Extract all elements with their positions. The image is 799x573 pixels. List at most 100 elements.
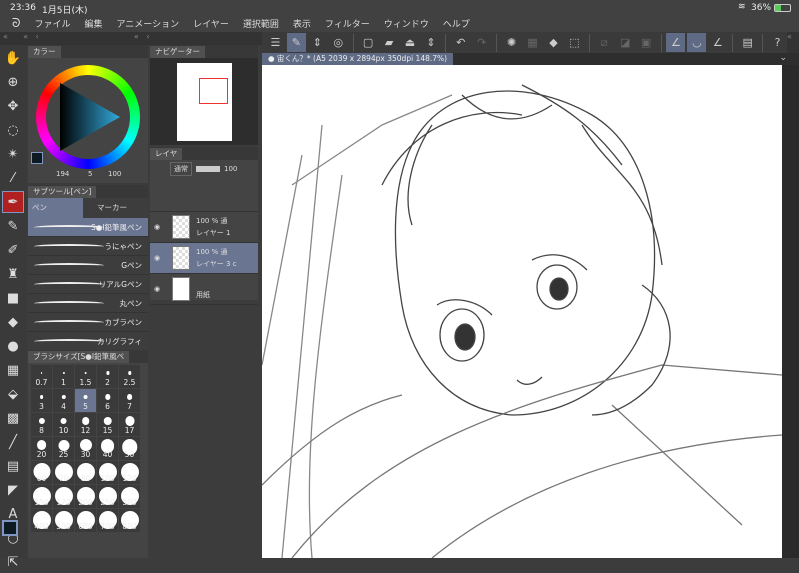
pencil-icon[interactable]: ✎ <box>2 215 24 237</box>
fill-icon[interactable]: ◆ <box>544 33 563 52</box>
brush-size-option[interactable]: 80 <box>75 461 96 484</box>
snap-ruler-icon[interactable]: ∠ <box>666 33 686 52</box>
brush-size-option[interactable]: 7 <box>119 389 140 412</box>
brush-size-option[interactable]: 200 <box>75 485 96 508</box>
correct-line-icon[interactable]: ⇱ <box>2 551 24 573</box>
app-logo-icon[interactable]: ᘐ <box>12 16 20 31</box>
new-file-icon[interactable]: ▢ <box>359 33 378 52</box>
ruler-icon[interactable]: ◤ <box>2 479 24 501</box>
subtool-item[interactable]: うにゃペン <box>28 237 148 256</box>
brush-size-option[interactable]: 60 <box>31 461 52 484</box>
layer-row[interactable]: ◉ 用紙 <box>150 274 258 305</box>
move-icon[interactable]: ✥ <box>2 95 24 117</box>
pen-icon[interactable]: ✒ <box>2 191 24 213</box>
edge-keyboard-icon[interactable]: ▤ <box>738 33 757 52</box>
airbrush-icon[interactable]: ♜ <box>2 263 24 285</box>
collapse-right-icon[interactable]: « <box>787 32 799 53</box>
open-folder-icon[interactable]: ▰ <box>380 33 399 52</box>
brush-size-option[interactable]: 1.5 <box>75 365 96 388</box>
brush-size-option[interactable]: 10 <box>53 413 74 436</box>
brush-size-option[interactable]: 600 <box>75 509 96 532</box>
magic-wand-icon[interactable]: ✴ <box>2 143 24 165</box>
hue-ring[interactable] <box>36 65 140 169</box>
brush-size-option[interactable]: 50 <box>119 437 140 460</box>
brush-size-option[interactable]: 700 <box>97 509 118 532</box>
brush-size-option[interactable]: 30 <box>75 437 96 460</box>
chevron-updown-icon[interactable]: ⇕ <box>308 33 327 52</box>
brush-size-option[interactable]: 8 <box>31 413 52 436</box>
snap-special-ruler-icon[interactable]: ◡ <box>687 33 707 52</box>
menu-selection[interactable]: 選択範囲 <box>243 17 279 30</box>
main-color-chip[interactable] <box>31 152 43 164</box>
brush-size-option[interactable]: 250 <box>97 485 118 508</box>
brush-size-option[interactable]: 6 <box>97 389 118 412</box>
zoom-icon[interactable]: ⊕ <box>2 71 24 93</box>
brush-size-option[interactable]: 40 <box>97 437 118 460</box>
chevron-updown-icon[interactable]: ⇕ <box>421 33 440 52</box>
layer-row[interactable]: ◉ 100 % 通レイヤー 1 <box>150 212 258 243</box>
snap-grid-icon[interactable]: ∠ <box>708 33 727 52</box>
menu-help[interactable]: ヘルプ <box>443 17 470 30</box>
brush-size-option[interactable]: 150 <box>31 485 52 508</box>
subtool-item[interactable]: Gペン <box>28 256 148 275</box>
subtool-item[interactable]: リアルGペン <box>28 275 148 294</box>
brush-size-option[interactable]: 100 <box>97 461 118 484</box>
opacity-slider[interactable] <box>196 166 220 172</box>
brush-size-option[interactable]: 500 <box>53 509 74 532</box>
brush-size-option[interactable]: 0.7 <box>31 365 52 388</box>
menu-icon[interactable]: ☰ <box>266 33 285 52</box>
undo-icon[interactable]: ↶ <box>451 33 470 52</box>
main-color-swatch[interactable] <box>2 520 18 536</box>
eye-icon[interactable]: ◉ <box>154 254 160 262</box>
brush-size-option[interactable]: 1 <box>53 365 74 388</box>
blend-mode-select[interactable]: 通常 <box>170 162 192 176</box>
brush-size-option[interactable]: 4 <box>53 389 74 412</box>
menu-file[interactable]: ファイル <box>34 17 70 30</box>
brush-size-option[interactable]: 300 <box>119 485 140 508</box>
clip-studio-icon[interactable]: ◎ <box>329 33 348 52</box>
brush-size-option[interactable]: 70 <box>53 461 74 484</box>
eraser-icon[interactable]: ◆ <box>2 311 24 333</box>
subtool-item[interactable]: 丸ペン <box>28 294 148 313</box>
brush-size-option[interactable]: 5 <box>75 389 96 412</box>
tab-navigator[interactable]: ナビゲーター <box>150 46 205 58</box>
grid-icon[interactable]: ▦ <box>2 359 24 381</box>
save-icon[interactable]: ⏏ <box>401 33 420 52</box>
eye-icon[interactable]: ◉ <box>154 223 160 231</box>
fill-outside-icon[interactable]: ▦ <box>523 33 542 52</box>
tab-brush-size[interactable]: ブラシサイズ[S●I鉛筆風ペ <box>28 351 130 363</box>
group-pen[interactable]: ペン <box>28 198 83 218</box>
document-tab[interactable]: ● 宙くん？* (A5 2039 x 2894px 350dpi 148.7%) <box>262 53 454 65</box>
tab-color[interactable]: カラー <box>28 46 61 58</box>
brush-size-option[interactable]: 12 <box>75 413 96 436</box>
panel-collapse-bar[interactable]: « « ‹ « ‹ <box>0 32 262 45</box>
gradient-icon[interactable]: ■ <box>2 287 24 309</box>
chevron-down-icon[interactable]: ⌄ <box>779 53 787 63</box>
drawing-canvas[interactable] <box>261 65 783 559</box>
menu-layer[interactable]: レイヤー <box>193 17 229 30</box>
brush-size-option[interactable]: 170 <box>53 485 74 508</box>
brush-size-option[interactable]: 2 <box>97 365 118 388</box>
edit-mode-icon[interactable]: ✎ <box>286 33 306 52</box>
brush-size-option[interactable]: 400 <box>31 509 52 532</box>
brush-size-option[interactable]: 120 <box>119 461 140 484</box>
navigator-preview[interactable] <box>177 63 232 141</box>
group-marker[interactable]: マーカー <box>83 198 148 218</box>
blend-icon[interactable]: ● <box>2 335 24 357</box>
deselect-icon[interactable]: ⧄ <box>595 33 614 52</box>
brush-size-option[interactable]: 800 <box>119 509 140 532</box>
menu-view[interactable]: 表示 <box>293 17 311 30</box>
transform-icon[interactable]: ⬚ <box>565 33 584 52</box>
menu-window[interactable]: ウィンドウ <box>384 17 429 30</box>
brush-size-option[interactable]: 3 <box>31 389 52 412</box>
brush-size-option[interactable]: 2.5 <box>119 365 140 388</box>
brush-size-option[interactable]: 17 <box>119 413 140 436</box>
clear-icon[interactable]: ✺ <box>502 33 521 52</box>
hand-icon[interactable]: ✋ <box>2 47 24 69</box>
show-selection-icon[interactable]: ▣ <box>637 33 656 52</box>
invert-selection-icon[interactable]: ◪ <box>616 33 635 52</box>
brush-size-option[interactable]: 20 <box>31 437 52 460</box>
layer-row[interactable]: ◉ 100 % 通レイヤー 3 c <box>150 243 258 274</box>
brush-size-option[interactable]: 25 <box>53 437 74 460</box>
help-icon[interactable]: ? <box>768 33 787 52</box>
